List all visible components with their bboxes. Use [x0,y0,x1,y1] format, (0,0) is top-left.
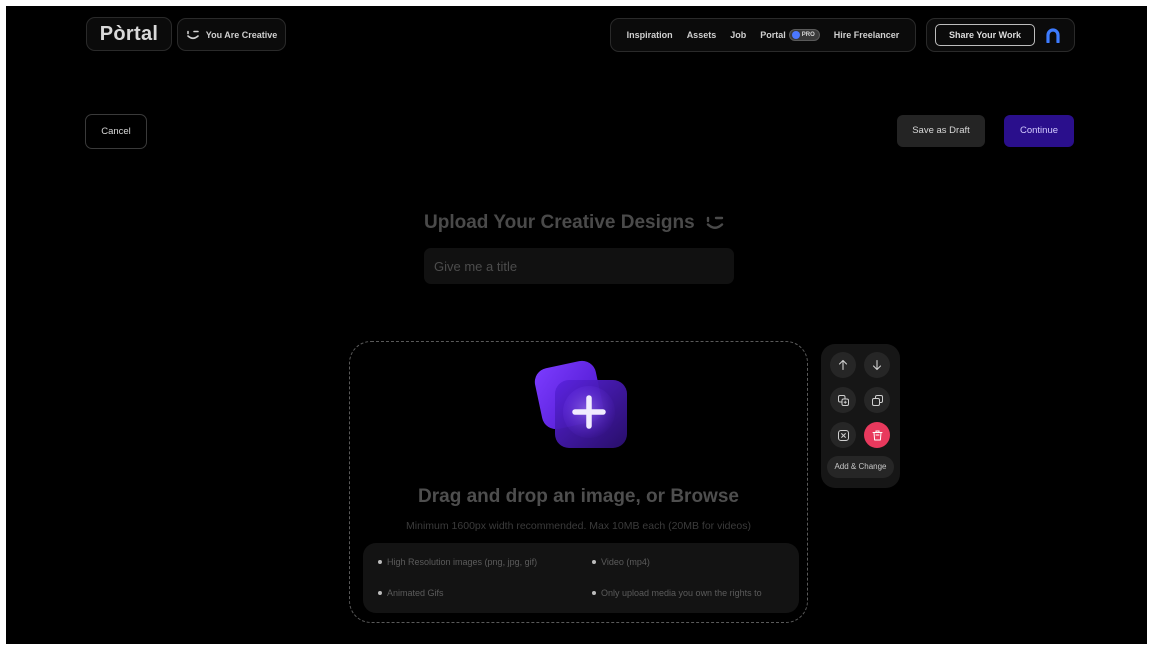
requirement-item: High Resolution images (png, jpg, gif) [378,557,537,567]
nav-job[interactable]: Job [730,30,746,40]
media-toolbar: Add & Change [821,344,900,488]
save-as-draft-button[interactable]: Save as Draft [897,115,985,147]
duplicate-icon [837,394,849,406]
nav-hire-freelancer[interactable]: Hire Freelancer [834,30,900,40]
share-your-work-button[interactable]: Share Your Work [935,24,1035,46]
upload-heading-text: Upload Your Creative Designs [424,212,695,233]
requirement-item: Video (mp4) [592,557,650,567]
arrow-down-icon [872,359,882,371]
pro-badge-label: PRO [801,32,815,38]
requirement-item: Animated Gifs [378,588,444,598]
pro-badge-icon [791,31,800,39]
requirement-text: Only upload media you own the rights to [601,588,762,598]
nav-inspiration[interactable]: Inspiration [627,30,673,40]
upload-requirements: High Resolution images (png, jpg, gif) V… [363,543,799,613]
main-nav: Inspiration Assets Job Portal PRO Hire F… [610,18,916,52]
requirement-text: High Resolution images (png, jpg, gif) [387,557,538,567]
nav-portal-pro[interactable]: Portal PRO [760,29,820,41]
delete-button[interactable] [864,422,890,448]
creative-label: You Are Creative [205,29,278,40]
you-are-creative-pill[interactable]: You Are Creative [177,18,286,51]
add-image-icon[interactable] [533,354,633,450]
copy-button[interactable] [864,387,890,413]
nav-portal-label: Portal [760,30,786,40]
requirement-text: Video (mp4) [601,557,650,567]
nav-assets[interactable]: Assets [687,30,717,40]
close-square-icon [837,429,849,441]
bullet-icon [378,560,382,564]
move-down-button[interactable] [864,352,890,378]
logo-text: Pòrtal [99,23,159,45]
pro-badge: PRO [788,29,820,41]
copy-icon [871,394,883,406]
requirement-text: Animated Gifs [387,588,444,598]
upload-dropzone[interactable]: Drag and drop an image, or Browse Minimu… [349,341,808,623]
add-and-change-button[interactable]: Add & Change [827,456,894,478]
bullet-icon [592,591,596,595]
remove-button[interactable] [830,422,856,448]
upload-hint: Minimum 1600px width recommended. Max 10… [406,520,751,532]
trash-icon [872,430,882,440]
arrow-up-icon [838,359,848,371]
drag-drop-text[interactable]: Drag and drop an image, or Browse [350,486,807,508]
app-screen: Pòrtal You Are Creative Inspiration Asse… [6,6,1147,644]
cancel-button[interactable]: Cancel [85,114,147,149]
bullet-icon [378,591,382,595]
requirement-item: Only upload media you own the rights to [592,588,762,598]
avatar[interactable] [1043,25,1063,45]
share-container: Share Your Work [926,18,1075,52]
upload-heading: Upload Your Creative Designs [424,210,764,236]
continue-button[interactable]: Continue [1004,115,1074,147]
duplicate-button[interactable] [830,387,856,413]
user-avatar-icon [1046,28,1060,43]
logo[interactable]: Pòrtal [86,17,172,51]
smile-icon [186,30,199,39]
smile-icon [706,216,723,229]
move-up-button[interactable] [830,352,856,378]
bullet-icon [592,560,596,564]
title-input[interactable] [424,248,734,284]
